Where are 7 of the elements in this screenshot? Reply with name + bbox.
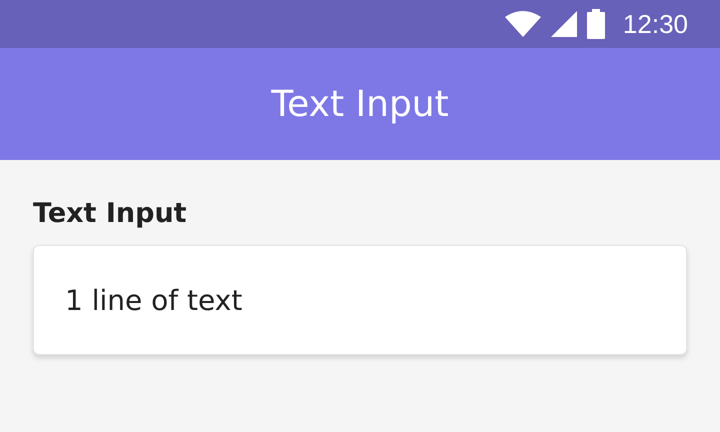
wifi-icon [504,11,541,37]
field-label: Text Input [33,198,187,229]
signal-icon [550,11,577,37]
app-bar-title: Text Input [271,84,449,124]
text-input-field[interactable]: 1 line of text [33,245,687,355]
battery-icon [586,9,605,39]
status-time: 12:30 [622,8,688,40]
